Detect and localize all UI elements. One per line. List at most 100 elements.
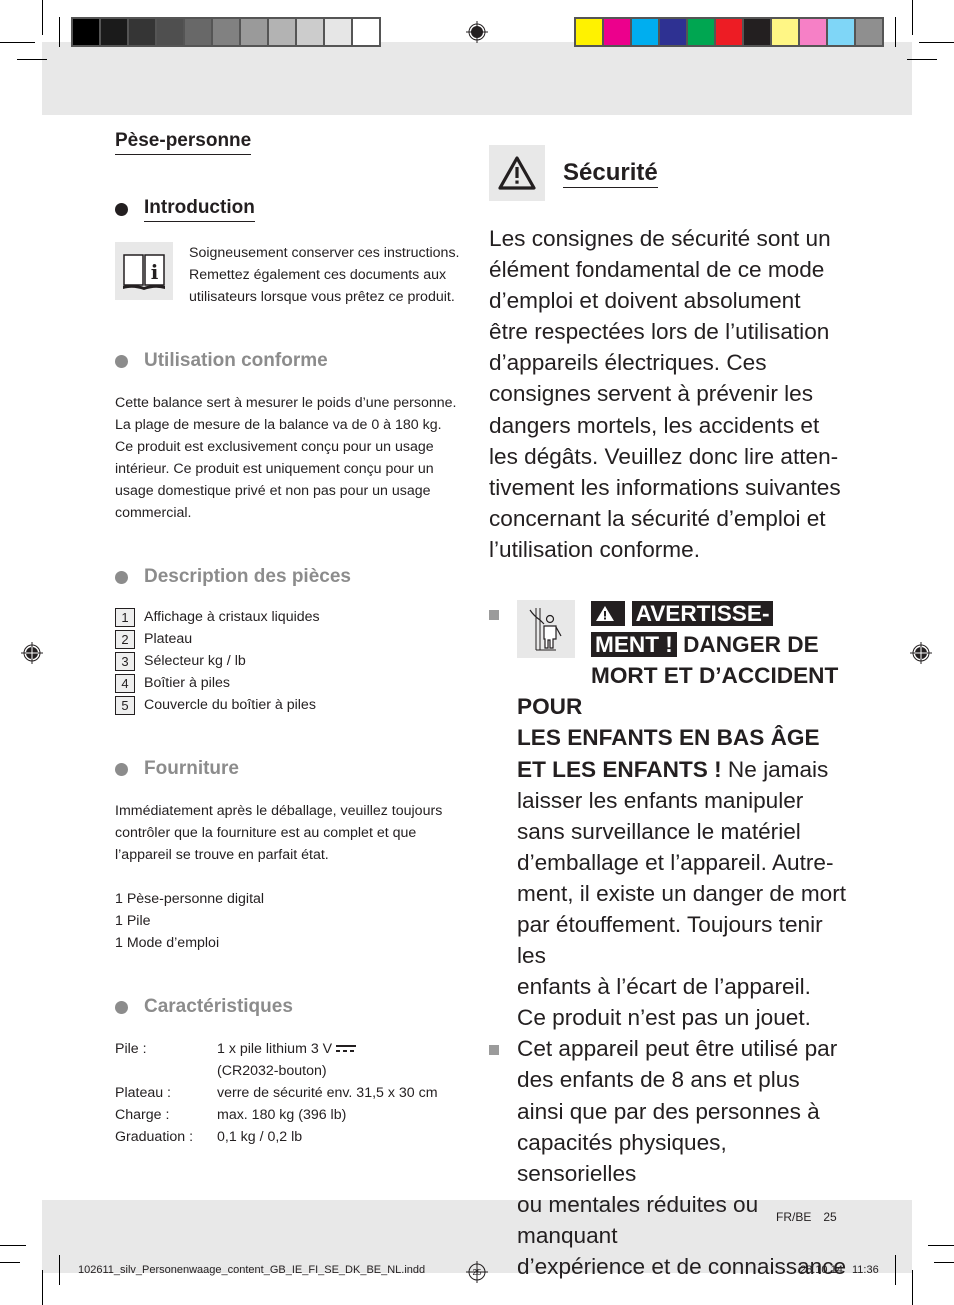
- text-line: concernant la sécurité d’emploi et: [489, 505, 826, 531]
- part-label: Sélecteur kg / lb: [144, 653, 246, 669]
- warning-badge-text: AVERTISSE-: [631, 601, 774, 627]
- crop-mark: [919, 42, 954, 43]
- cmyk-color-bar: [574, 17, 884, 47]
- document-title: Pèse-personne: [115, 130, 252, 155]
- crop-mark: [912, 0, 913, 35]
- crop-mark: [59, 17, 60, 47]
- color-swatch: [800, 19, 826, 45]
- warning-bold-text: MORT ET D’ACCIDENT POUR: [517, 663, 839, 720]
- warning-badge-text: MENT !: [591, 632, 677, 658]
- text-line: être respectées lors de l’utilisation: [489, 319, 830, 345]
- text-line: Les consignes de sécurité sont un: [489, 226, 831, 251]
- crop-mark: [0, 1245, 26, 1246]
- warning-bold-text: DANGER DE: [683, 632, 819, 658]
- bullet-dot-icon: [115, 1000, 128, 1014]
- color-swatch: [73, 19, 99, 45]
- manual-info-icon: i: [115, 242, 173, 300]
- section-heading: Description des pièces: [144, 566, 351, 587]
- section-heading: Utilisation conforme: [144, 350, 328, 371]
- safety-bullet-item: Cet appareil peut être utilisé par des e…: [489, 1033, 849, 1282]
- part-label: Affichage à cristaux liquides: [144, 609, 320, 625]
- section-fourniture: Fourniture: [115, 758, 467, 780]
- bullet-dot-icon: [115, 354, 128, 368]
- bullet-dot-icon: [115, 570, 128, 584]
- color-swatch: [576, 19, 602, 45]
- section-heading: Introduction: [144, 197, 255, 222]
- spec-value: verre de sécurité env. 31,5 x 30 cm: [217, 1085, 438, 1101]
- color-swatch: [856, 19, 882, 45]
- fourniture-text: Immédiatement après le déballage, veuill…: [115, 800, 467, 954]
- slug-filename: 102611_silv_Personenwaage_content_GB_IE_…: [78, 1264, 426, 1276]
- language-code: FR/BE: [776, 1210, 812, 1224]
- color-swatch: [325, 19, 351, 45]
- text-line: consignes servent à prévenir les: [489, 381, 814, 407]
- spec-label: Plateau :: [115, 1085, 172, 1101]
- header-band: [42, 42, 912, 115]
- warning-bold-text: LES ENFANTS EN BAS ÂGE: [517, 725, 820, 751]
- text-line: ainsi que par des personnes à: [517, 1098, 820, 1124]
- color-swatch: [772, 19, 798, 45]
- square-bullet-icon: [489, 610, 499, 621]
- right-column: Sécurité Les consignes de sécurité sont …: [489, 145, 849, 1282]
- text-line: les dégâts. Veuillez donc lire atten-: [489, 443, 839, 469]
- warning-triangle-icon: [489, 145, 545, 201]
- part-number: 3: [115, 651, 135, 671]
- registration-mark-icon: [21, 642, 43, 664]
- page-number: 25: [823, 1210, 837, 1224]
- supply-item: 1 Mode d’emploi: [115, 935, 220, 951]
- spec-value: (CR2032-bouton): [217, 1063, 327, 1079]
- warning-bullet-item: AVERTISSE- MENT ! DANGER DE MORT ET D’AC…: [489, 598, 849, 1033]
- crop-mark: [42, 0, 43, 35]
- slug-timestamp: 28.10.14 11:36: [800, 1264, 879, 1276]
- part-label: Plateau: [144, 631, 193, 647]
- part-item: 3 Sélecteur kg / lb: [115, 650, 467, 672]
- text-line: utilisateurs lorsque vous prêtez ce prod…: [189, 289, 455, 305]
- crop-mark: [895, 17, 896, 47]
- left-column: Pèse-personne Introduction i Soigneuseme…: [115, 130, 467, 1148]
- section-heading: Fourniture: [144, 758, 239, 779]
- text-line: intérieur. Ce produit est uniquement con…: [115, 461, 434, 477]
- warning-triangle-icon: [596, 606, 614, 622]
- section-caracteristiques: Caractéristiques: [115, 996, 467, 1018]
- section-description-des-pieces: Description des pièces: [115, 566, 467, 588]
- text-line: dangers mortels, les accidents et: [489, 412, 820, 438]
- warning-badge: [591, 601, 626, 627]
- spec-label: Charge :: [115, 1107, 170, 1123]
- part-item: 4 Boîtier à piles: [115, 672, 467, 694]
- crop-mark: [0, 42, 35, 43]
- text-line: élément fondamental de ce mode: [489, 257, 825, 283]
- text-line: laisser les enfants manipuler: [517, 787, 804, 813]
- text-fragment: Ne jamais: [727, 756, 829, 782]
- color-swatch: [828, 19, 854, 45]
- text-line: La plage de mesure de la balance va de 0…: [115, 417, 442, 433]
- crop-mark: [907, 59, 937, 60]
- introduction-block: i Soigneusement conserver ces instructio…: [115, 242, 467, 308]
- part-item: 2 Plateau: [115, 628, 467, 650]
- text-line: Immédiatement après le déballage, veuill…: [115, 803, 443, 819]
- crop-mark: [42, 1270, 43, 1305]
- text-line: par étouffement. Toujours tenir les: [517, 911, 823, 969]
- part-number: 5: [115, 695, 135, 715]
- text-line: Ce produit est exclusivement conçu pour …: [115, 439, 434, 455]
- warning-bold-text: ET LES ENFANTS !: [517, 756, 722, 782]
- part-number: 4: [115, 673, 135, 693]
- slug-time: 11:36: [852, 1264, 879, 1276]
- spec-value-text: 1 x pile lithium 3 V: [217, 1041, 333, 1057]
- part-item: 5 Couvercle du boîtier à piles: [115, 694, 467, 716]
- spec-label: Pile :: [115, 1041, 147, 1057]
- introduction-text: Soigneusement conserver ces instructions…: [189, 242, 459, 308]
- crop-mark: [934, 1262, 954, 1263]
- specifications-table: Pile : 1 x pile lithium 3 V (CR2032-bout…: [115, 1038, 467, 1148]
- crop-mark: [0, 1262, 20, 1263]
- color-swatch: [185, 19, 211, 45]
- color-swatch: [716, 19, 742, 45]
- part-label: Boîtier à piles: [144, 675, 230, 691]
- text-line: Ce produit n’est pas un jouet.: [517, 1005, 811, 1031]
- color-swatch: [269, 19, 295, 45]
- text-line: contrôler que la fourniture est au compl…: [115, 825, 417, 841]
- text-line: d’emballage et l’appareil. Autre-: [517, 849, 834, 875]
- color-swatch: [297, 19, 323, 45]
- color-swatch: [129, 19, 155, 45]
- registration-mark-icon: 25: [466, 1261, 488, 1283]
- text-line: enfants à l’écart de l’appareil.: [517, 974, 811, 1000]
